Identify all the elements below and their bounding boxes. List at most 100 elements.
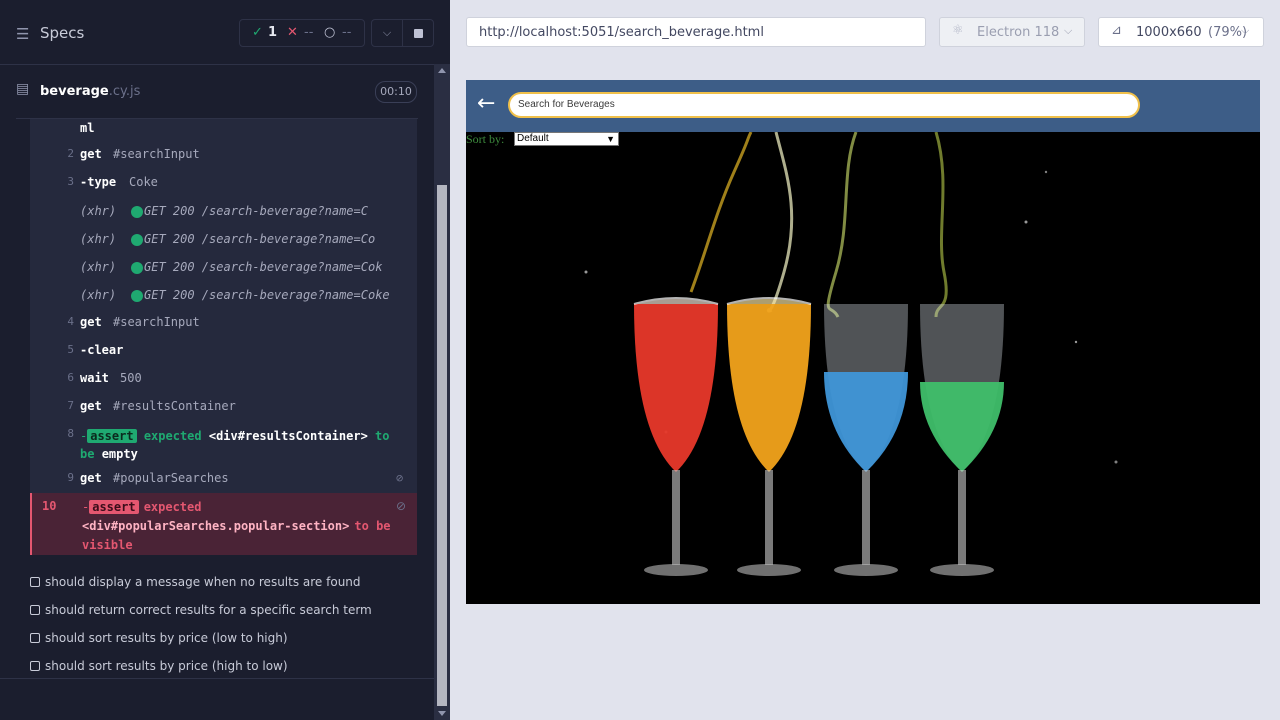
failed-x-icon: ✕ bbox=[287, 25, 298, 40]
scroll-up-arrow-icon[interactable] bbox=[438, 68, 446, 73]
test-stats: ✓ 1 ✕ -- ○ -- bbox=[239, 19, 365, 47]
chevron-down-icon: ⌵ bbox=[1064, 24, 1073, 37]
eye-slash-icon[interactable]: ⊘ bbox=[396, 499, 406, 513]
status-dot-icon bbox=[131, 262, 143, 274]
command-name: get bbox=[80, 315, 102, 329]
command-number: 10 bbox=[42, 499, 57, 513]
back-arrow-icon[interactable]: ← bbox=[477, 91, 495, 116]
spec-file-basename: beverage bbox=[40, 84, 109, 99]
passed-count: 1 bbox=[268, 25, 278, 40]
status-dot-icon bbox=[131, 234, 143, 246]
command-message: #searchInput bbox=[113, 315, 200, 329]
file-icon: ▤ bbox=[16, 81, 30, 97]
command-number: 6 bbox=[67, 371, 74, 384]
assert-element: <div#popularSearches.popular-section> bbox=[82, 519, 350, 533]
assert-to: to bbox=[375, 429, 390, 443]
command-name: get bbox=[80, 147, 102, 161]
test-title: should return correct results for a spec… bbox=[45, 603, 372, 617]
hero-cocktail-image bbox=[466, 132, 1260, 604]
assert-value: empty bbox=[101, 447, 138, 461]
search-input[interactable]: Search for Beverages bbox=[508, 92, 1140, 118]
command-message: Coke bbox=[129, 175, 158, 189]
test-status-icon bbox=[30, 577, 40, 587]
command-name: -clear bbox=[80, 343, 124, 357]
spec-file-name[interactable]: beverage.cy.js bbox=[40, 84, 140, 99]
sort-select-value: Default bbox=[517, 133, 549, 144]
xhr-label: (xhr) bbox=[80, 232, 117, 246]
command-name: ml bbox=[80, 121, 95, 135]
test-status-icon bbox=[30, 661, 40, 671]
status-dot-icon bbox=[131, 290, 143, 302]
command-number: 8 bbox=[67, 427, 74, 440]
assert-expected: expected bbox=[143, 500, 202, 514]
specs-title[interactable]: Specs bbox=[40, 24, 84, 42]
test-title: should sort results by price (high to lo… bbox=[45, 659, 288, 673]
app-header: ← Search for Beverages bbox=[466, 80, 1260, 132]
xhr-label: (xhr) bbox=[80, 260, 117, 274]
assert-badge: assert bbox=[87, 429, 137, 443]
test-title: should display a message when no results… bbox=[45, 575, 361, 589]
viewport-size: 1000x660 bbox=[1136, 25, 1202, 40]
browser-selector[interactable]: ⚛ Electron 118 ⌵ bbox=[939, 17, 1085, 47]
assert-row-failed[interactable]: 10 - assert expected <div#popularSearches.… bbox=[30, 493, 417, 555]
test-status-icon bbox=[30, 633, 40, 643]
app-preview-panel: http://localhost:5051/search_beverage.ht… bbox=[450, 0, 1280, 720]
command-message: 500 bbox=[120, 371, 142, 385]
eye-slash-icon[interactable]: ⊘ bbox=[396, 471, 403, 485]
pending-circle-icon: ○ bbox=[324, 25, 336, 40]
app-under-test: ← Search for Beverages Sort by: Default ▼ bbox=[466, 80, 1260, 604]
viewport-selector[interactable]: ⊿ 1000x660 (79%) ⌵ bbox=[1098, 17, 1264, 47]
passed-check-icon: ✓ bbox=[252, 25, 263, 40]
failed-count: -- bbox=[304, 25, 314, 40]
command-name: wait bbox=[80, 371, 109, 385]
stop-button[interactable] bbox=[402, 19, 434, 47]
chevron-down-icon: ⌵ bbox=[1241, 24, 1250, 37]
command-message: #searchInput bbox=[113, 147, 200, 161]
command-message: #resultsContainer bbox=[113, 399, 236, 413]
spec-file-header: ▤ beverage.cy.js 00:10 bbox=[16, 72, 418, 119]
specs-list-icon[interactable]: ☰ bbox=[16, 25, 29, 43]
xhr-label: (xhr) bbox=[80, 204, 117, 218]
assert-be: be bbox=[80, 447, 95, 461]
sort-select[interactable]: Default ▼ bbox=[514, 132, 619, 146]
reporter-header: ☰ Specs ✓ 1 ✕ -- ○ -- ⌵ bbox=[0, 0, 450, 65]
assert-element: <div#resultsContainer> bbox=[208, 429, 368, 443]
command-number: 3 bbox=[67, 175, 74, 188]
assert-row-passed[interactable]: 8 - assert expected <div#resultsContainer… bbox=[30, 427, 417, 463]
browser-label: Electron 118 bbox=[977, 25, 1060, 40]
pending-count: -- bbox=[342, 25, 352, 40]
scrollbar-thumb[interactable] bbox=[437, 185, 447, 706]
command-number: 5 bbox=[67, 343, 74, 356]
xhr-message: GET 200 /search-beverage?name=Cok bbox=[144, 260, 383, 274]
assert-message: - assert expected <div#popularSearches.pop… bbox=[82, 497, 402, 554]
xhr-label: (xhr) bbox=[80, 288, 117, 302]
assert-badge: assert bbox=[89, 500, 139, 514]
assert-message: - assert expected <div#resultsContainer> … bbox=[80, 427, 410, 463]
assert-to: to be bbox=[354, 519, 391, 533]
command-name: get bbox=[80, 399, 102, 413]
xhr-message: GET 200 /search-beverage?name=Coke bbox=[144, 288, 390, 302]
command-number: 7 bbox=[67, 399, 74, 412]
assert-value: visible bbox=[82, 538, 133, 552]
spec-file-ext: .cy.js bbox=[108, 84, 141, 99]
command-name: get bbox=[80, 471, 102, 485]
command-number: 9 bbox=[67, 471, 74, 484]
xhr-message: GET 200 /search-beverage?name=Co bbox=[144, 232, 376, 246]
status-dot-icon bbox=[131, 206, 143, 218]
url-bar[interactable]: http://localhost:5051/search_beverage.ht… bbox=[466, 17, 926, 47]
command-number: 2 bbox=[67, 147, 74, 160]
chevron-down-icon[interactable]: ⌵ bbox=[371, 19, 403, 47]
command-log: ml 2 get #searchInput 3 -type Coke (xhr)… bbox=[30, 119, 417, 555]
command-name: -type bbox=[80, 175, 117, 189]
viewport-icon: ⊿ bbox=[1111, 23, 1122, 38]
assert-expected: expected bbox=[143, 429, 202, 443]
divider bbox=[0, 678, 434, 679]
chevron-down-icon: ▼ bbox=[606, 134, 615, 144]
command-message: #popularSearches bbox=[113, 471, 229, 485]
electron-icon: ⚛ bbox=[952, 23, 964, 38]
reporter-scrollbar[interactable] bbox=[434, 64, 450, 720]
command-number: 4 bbox=[67, 315, 74, 328]
spec-duration: 00:10 bbox=[375, 81, 417, 103]
scroll-down-arrow-icon[interactable] bbox=[438, 711, 446, 716]
test-status-icon bbox=[30, 605, 40, 615]
